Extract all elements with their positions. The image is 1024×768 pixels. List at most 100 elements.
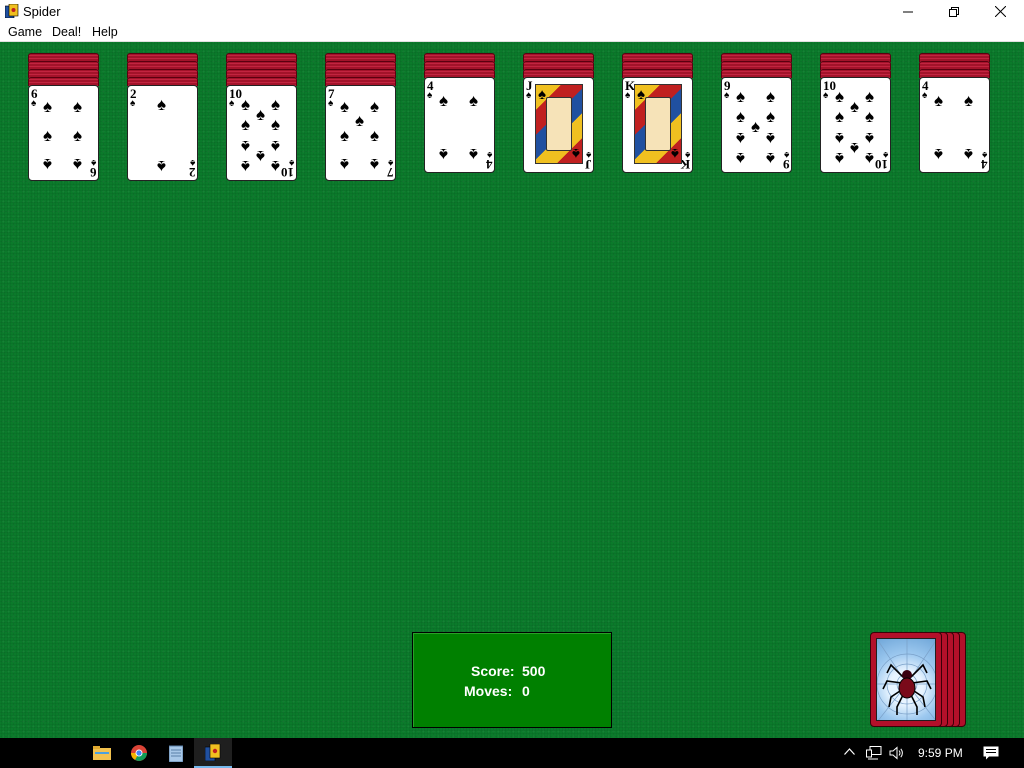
spade-icon: ♠ — [865, 107, 875, 126]
face-portrait — [546, 97, 572, 151]
spade-icon: ♠ — [823, 90, 829, 101]
spade-icon: ♠ — [271, 157, 281, 176]
close-button[interactable] — [977, 0, 1023, 23]
score-label: Score: — [471, 663, 515, 679]
king-face-art: ♠ ♠ — [634, 84, 682, 164]
spade-icon: ♠ — [835, 107, 845, 126]
spade-icon: ♠ — [736, 107, 746, 126]
spade-icon: ♠ — [964, 145, 974, 164]
spade-icon: ♠ — [157, 157, 167, 176]
spade-icon: ♠ — [271, 137, 281, 156]
spade-icon: ♠ — [256, 147, 266, 166]
face-up-card[interactable]: K ♠ K ♠ ♠ ♠ — [622, 77, 693, 173]
face-up-card[interactable]: 7 ♠ 7 ♠ ♠ ♠ ♠ ♠ ♠ ♠ ♠ — [325, 85, 396, 181]
action-center-icon[interactable] — [983, 746, 999, 760]
spade-icon: ♠ — [73, 97, 83, 116]
spade-icon: ♠ — [585, 149, 591, 160]
spade-icon: ♠ — [538, 86, 546, 103]
menu-bar: Game Deal! Help — [0, 23, 1024, 42]
spade-icon: ♠ — [370, 126, 380, 145]
spade-icon: ♠ — [355, 111, 365, 130]
stock-card-back[interactable] — [870, 632, 942, 727]
spade-icon: ♠ — [469, 91, 479, 110]
network-icon[interactable] — [866, 746, 882, 760]
moves-value: 0 — [522, 683, 530, 699]
title-bar: Spider — [0, 0, 1024, 23]
spade-icon: ♠ — [370, 97, 380, 116]
jack-face-art: ♠ ♠ — [535, 84, 583, 164]
menu-help[interactable]: Help — [92, 25, 118, 39]
spade-icon: ♠ — [934, 91, 944, 110]
spade-icon: ♠ — [43, 155, 53, 174]
volume-icon[interactable] — [889, 746, 904, 760]
chrome-icon — [131, 745, 147, 761]
spade-icon: ♠ — [783, 149, 789, 160]
card-pips: ♠ ♠ ♠ ♠ — [437, 84, 483, 168]
spade-icon: ♠ — [684, 149, 690, 160]
spade-icon: ♠ — [751, 117, 761, 136]
chevron-up-icon[interactable] — [844, 748, 855, 755]
restore-button[interactable] — [931, 0, 977, 23]
spade-icon: ♠ — [835, 129, 845, 148]
spade-icon: ♠ — [882, 149, 888, 160]
restore-icon — [949, 6, 959, 17]
spade-icon: ♠ — [835, 149, 845, 168]
face-up-card[interactable]: 10 ♠ 10 ♠ ♠ ♠ ♠ ♠ ♠ ♠ ♠ ♠ ♠ ♠ — [820, 77, 891, 173]
face-up-card[interactable]: 4 ♠ 4 ♠ ♠ ♠ ♠ ♠ — [424, 77, 495, 173]
spade-icon: ♠ — [850, 97, 860, 116]
menu-deal[interactable]: Deal! — [52, 25, 81, 39]
face-up-card[interactable]: 4 ♠ 4 ♠ ♠ ♠ ♠ ♠ — [919, 77, 990, 173]
file-explorer-icon — [93, 746, 111, 760]
menu-game[interactable]: Game — [8, 25, 42, 39]
card-pips: ♠ ♠ ♠ ♠ ♠ ♠ ♠ ♠ ♠ ♠ — [239, 92, 285, 176]
spade-icon: ♠ — [865, 129, 875, 148]
spade-icon: ♠ — [241, 137, 251, 156]
spade-icon: ♠ — [256, 105, 266, 124]
spade-icon: ♠ — [922, 90, 928, 101]
card-pips: ♠ ♠ ♠ ♠ ♠ ♠ ♠ — [338, 92, 384, 176]
spade-icon: ♠ — [387, 157, 393, 168]
spade-icon: ♠ — [241, 157, 251, 176]
spade-icon: ♠ — [340, 97, 350, 116]
spade-icon: ♠ — [189, 157, 195, 168]
face-up-card[interactable]: 10 ♠ 10 ♠ ♠ ♠ ♠ ♠ ♠ ♠ ♠ ♠ ♠ ♠ — [226, 85, 297, 181]
spade-icon: ♠ — [671, 145, 679, 162]
card-pips: ♠ ♠ ♠ ♠ ♠ ♠ ♠ ♠ ♠ — [734, 84, 780, 168]
spade-icon: ♠ — [328, 98, 334, 109]
spade-icon: ♠ — [572, 145, 580, 162]
spade-icon: ♠ — [271, 115, 281, 134]
spider-icon — [877, 639, 935, 720]
spade-icon: ♠ — [724, 90, 730, 101]
spade-icon: ♠ — [766, 107, 776, 126]
spade-icon: ♠ — [31, 98, 37, 109]
clock[interactable]: 9:59 PM — [918, 746, 963, 760]
face-up-card[interactable]: 6 ♠ 6 ♠ ♠ ♠ ♠ ♠ ♠ ♠ — [28, 85, 99, 181]
taskbar-spider[interactable] — [194, 738, 232, 768]
notepad-icon — [169, 745, 183, 762]
face-up-card[interactable]: J ♠ J ♠ ♠ ♠ — [523, 77, 594, 173]
spade-icon: ♠ — [766, 149, 776, 168]
card-pips: ♠ ♠ ♠ ♠ ♠ ♠ — [41, 92, 87, 176]
spade-icon: ♠ — [766, 129, 776, 148]
taskbar-chrome[interactable] — [120, 738, 158, 768]
face-up-card[interactable]: 9 ♠ 9 ♠ ♠ ♠ ♠ ♠ ♠ ♠ ♠ ♠ ♠ — [721, 77, 792, 173]
spider-solitaire-icon — [205, 743, 221, 761]
card-pips: ♠ ♠ — [140, 92, 186, 176]
minimize-button[interactable] — [885, 0, 931, 23]
taskbar-file-explorer[interactable] — [83, 738, 121, 768]
spade-icon: ♠ — [288, 157, 294, 168]
spade-icon: ♠ — [43, 97, 53, 116]
spade-icon: ♠ — [73, 155, 83, 174]
spade-icon: ♠ — [865, 149, 875, 168]
spade-icon: ♠ — [241, 115, 251, 134]
spade-icon: ♠ — [43, 126, 53, 145]
spade-icon: ♠ — [850, 139, 860, 158]
face-up-card[interactable]: 2 ♠ 2 ♠ ♠ ♠ — [127, 85, 198, 181]
spade-icon: ♠ — [736, 87, 746, 106]
spider-web-art — [876, 638, 936, 721]
spade-icon: ♠ — [90, 157, 96, 168]
taskbar-notepad[interactable] — [157, 738, 195, 768]
spade-icon: ♠ — [835, 87, 845, 106]
spade-icon: ♠ — [340, 126, 350, 145]
spade-icon: ♠ — [981, 149, 987, 160]
